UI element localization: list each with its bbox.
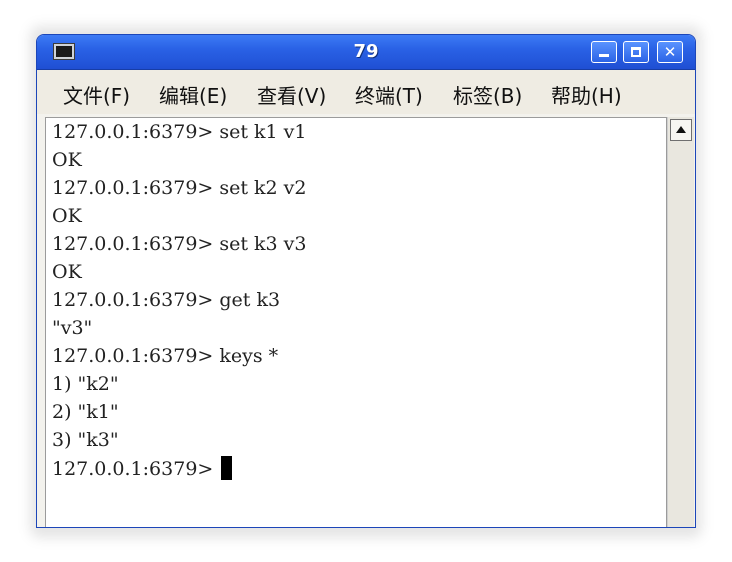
menu-terminal[interactable]: 终端(T) — [355, 80, 423, 109]
close-icon: ✕ — [663, 43, 677, 61]
maximize-icon — [631, 47, 641, 57]
terminal-window: 79 ✕ 文件(F) 编辑(E) 查看(V) 终端(T) 标签(B) 帮助(H)… — [36, 34, 696, 528]
terminal-prompt: 127.0.0.1:6379> — [52, 458, 220, 480]
terminal-line: 1) "k2" — [52, 373, 119, 395]
minimize-icon — [599, 54, 609, 57]
vertical-scrollbar[interactable] — [667, 117, 694, 527]
terminal-prompt-line: 127.0.0.1:6379> — [52, 456, 233, 481]
menu-bar: 文件(F) 编辑(E) 查看(V) 终端(T) 标签(B) 帮助(H) — [37, 70, 695, 114]
terminal-line: 127.0.0.1:6379> set k3 v3 — [52, 233, 307, 255]
minimize-button[interactable] — [591, 41, 617, 63]
arrow-up-icon[interactable] — [670, 119, 692, 141]
terminal-line: 127.0.0.1:6379> set k2 v2 — [52, 177, 307, 199]
menu-help[interactable]: 帮助(H) — [551, 80, 622, 109]
terminal-line: 127.0.0.1:6379> keys * — [52, 345, 279, 367]
menu-tabs[interactable]: 标签(B) — [453, 80, 522, 109]
terminal-line: "v3" — [52, 317, 93, 339]
menu-view[interactable]: 查看(V) — [257, 80, 326, 109]
terminal-line: 2) "k1" — [52, 401, 119, 423]
terminal-line: OK — [52, 261, 82, 283]
title-bar[interactable]: 79 ✕ — [37, 35, 695, 70]
terminal-line: 127.0.0.1:6379> get k3 — [52, 289, 281, 311]
terminal-line: OK — [52, 149, 82, 171]
text-cursor — [221, 456, 233, 480]
terminal-output[interactable]: 127.0.0.1:6379> set k1 v1 OK 127.0.0.1:6… — [45, 117, 667, 527]
menu-file[interactable]: 文件(F) — [63, 80, 130, 109]
close-button[interactable]: ✕ — [657, 41, 683, 63]
terminal-line: 3) "k3" — [52, 429, 119, 451]
terminal-line: OK — [52, 205, 82, 227]
terminal-line: 127.0.0.1:6379> set k1 v1 — [52, 121, 307, 143]
menu-edit[interactable]: 编辑(E) — [159, 80, 227, 109]
maximize-button[interactable] — [623, 41, 649, 63]
